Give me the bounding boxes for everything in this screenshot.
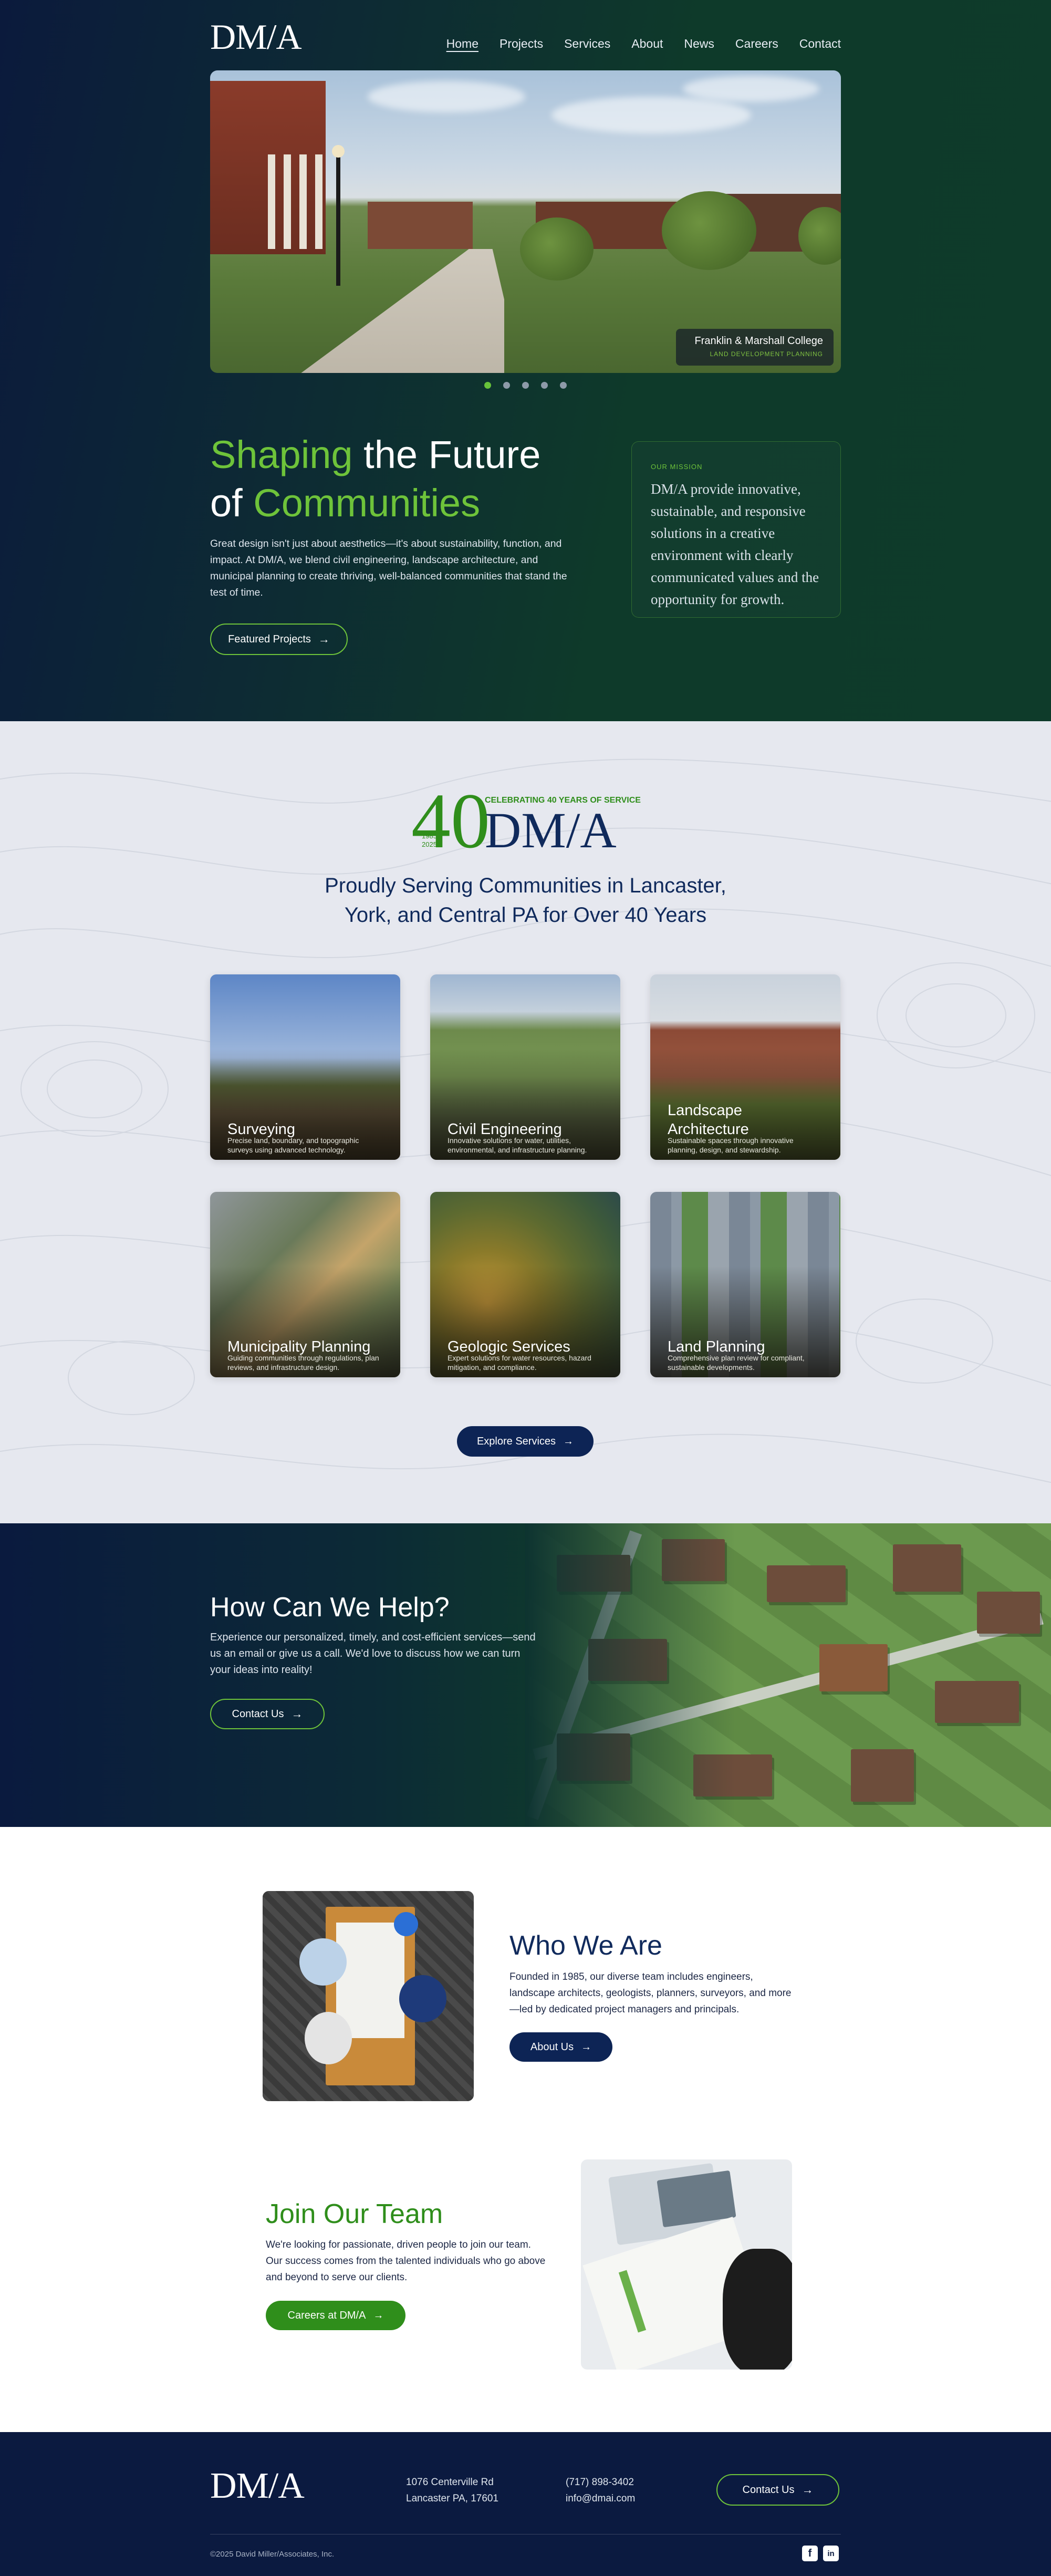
slide-dot[interactable] [541,382,548,389]
40-years-badge: 40 CELEBRATING 40 YEARS OF SERVICE 1985 … [411,777,641,865]
about-us-button[interactable]: About Us → [509,2032,612,2062]
help-paragraph: Experience our personalized, timely, and… [210,1632,536,1676]
featured-projects-button[interactable]: Featured Projects → [210,624,348,655]
footer-address: 1076 Centerville Rd Lancaster PA, 17601 [406,2477,499,2504]
facebook-icon[interactable]: f [802,2546,818,2561]
caption-title: Franklin & Marshall College [694,335,823,347]
footer-contact: (717) 898-3402 info@dmai.com [566,2474,635,2507]
who-we-are-heading: Who We Are [509,1930,662,1961]
arrow-right-icon: → [318,632,330,646]
service-card-civil-engineering[interactable]: Civil Engineering Innovative solutions f… [430,974,620,1160]
contact-us-button[interactable]: Contact Us → [210,1699,325,1729]
nav-home[interactable]: Home [446,37,478,51]
card-description: Comprehensive plan review for compliant,… [668,1354,805,1372]
help-heading: How Can We Help? [210,1592,450,1623]
services-section: 40 CELEBRATING 40 YEARS OF SERVICE 1985 … [0,721,1051,1523]
services-heading: Proudly Serving Communities in Lancaster… [325,874,726,927]
service-card-geologic-services[interactable]: Geologic Services Expert solutions for w… [430,1192,620,1377]
service-card-municipality-planning[interactable]: Municipality Planning Guiding communitie… [210,1192,400,1377]
service-card-land-planning[interactable]: Land Planning Comprehensive plan review … [650,1192,840,1377]
nav-contact[interactable]: Contact [799,37,841,51]
arrow-right-icon: → [581,2041,592,2053]
linkedin-icon[interactable]: in [823,2546,839,2561]
mission-text: DM/A provide innovative, sustainable, an… [651,481,819,607]
help-section: How Can We Help? Experience our personal… [0,1523,1051,1827]
careers-button[interactable]: Careers at DM/A → [266,2301,405,2330]
arrow-right-icon: → [563,1435,574,1447]
hero-slide-image: Franklin & Marshall College LAND DEVELOP… [210,70,841,373]
plans-review-image [581,2159,792,2370]
footer-email[interactable]: info@dmai.com [566,2490,635,2507]
footer-contact-button[interactable]: Contact Us → [716,2474,839,2506]
nav-projects[interactable]: Projects [500,37,543,51]
explore-services-button[interactable]: Explore Services → [457,1426,594,1457]
slide-dot[interactable] [522,382,529,389]
card-description: Guiding communities through regulations,… [227,1354,379,1372]
site-footer: DM/A 1076 Centerville Rd Lancaster PA, 1… [0,2432,1051,2576]
slide-dot[interactable] [503,382,510,389]
footer-divider [210,2534,841,2535]
arrow-right-icon: → [373,2309,384,2321]
arrow-right-icon: → [802,2483,814,2496]
hero-heading: Shaping the Future of Communities [210,433,541,525]
service-card-surveying[interactable]: Surveying Precise land, boundary, and to… [210,974,400,1160]
who-we-are-paragraph: Founded in 1985, our diverse team includ… [509,1971,792,2015]
card-title: Landscape Architecture [668,1102,749,1138]
arrow-right-icon: → [291,1707,303,1720]
service-card-landscape-architecture[interactable]: Landscape Architecture Sustainable space… [650,974,840,1160]
nav-news[interactable]: News [684,37,714,51]
badge-year-end: 2025 [422,840,437,848]
hero-paragraph: Great design isn't just about aesthetics… [210,538,567,598]
caption-subtitle: LAND DEVELOPMENT PLANNING [710,350,823,358]
card-description: Precise land, boundary, and topographic … [227,1136,359,1154]
badge-number: 40 [411,777,490,865]
nav-careers[interactable]: Careers [735,37,778,51]
slide-dot[interactable] [560,382,567,389]
slide-caption: Franklin & Marshall College LAND DEVELOP… [676,329,834,366]
footer-logo[interactable]: DM/A [210,2468,305,2505]
join-team-heading: Join Our Team [266,2199,443,2229]
social-links: f in [802,2546,839,2561]
slider-dots [0,382,1051,389]
mission-card: OUR MISSION DM/A provide innovative, sus… [631,441,841,618]
join-team-paragraph: We're looking for passionate, driven peo… [266,2239,546,2283]
badge-wordmark: DM/A [485,802,617,858]
site-logo[interactable]: DM/A [210,19,302,55]
badge-year-start: 1985 [422,832,437,840]
copyright: ©2025 David Miller/Associates, Inc. [210,2550,335,2559]
mission-label: OUR MISSION [651,463,703,471]
card-description: Expert solutions for water resources, ha… [448,1354,591,1372]
team-meeting-image [263,1891,474,2101]
main-nav: Home Projects Services About News Career… [446,37,841,51]
card-description: Sustainable spaces through innovative pl… [668,1136,794,1154]
nav-services[interactable]: Services [564,37,610,51]
card-description: Innovative solutions for water, utilitie… [448,1136,587,1154]
footer-phone[interactable]: (717) 898-3402 [566,2474,635,2490]
slide-dot[interactable] [484,382,491,389]
nav-about[interactable]: About [631,37,663,51]
hero-section: DM/A Home Projects Services About News C… [0,0,1051,721]
